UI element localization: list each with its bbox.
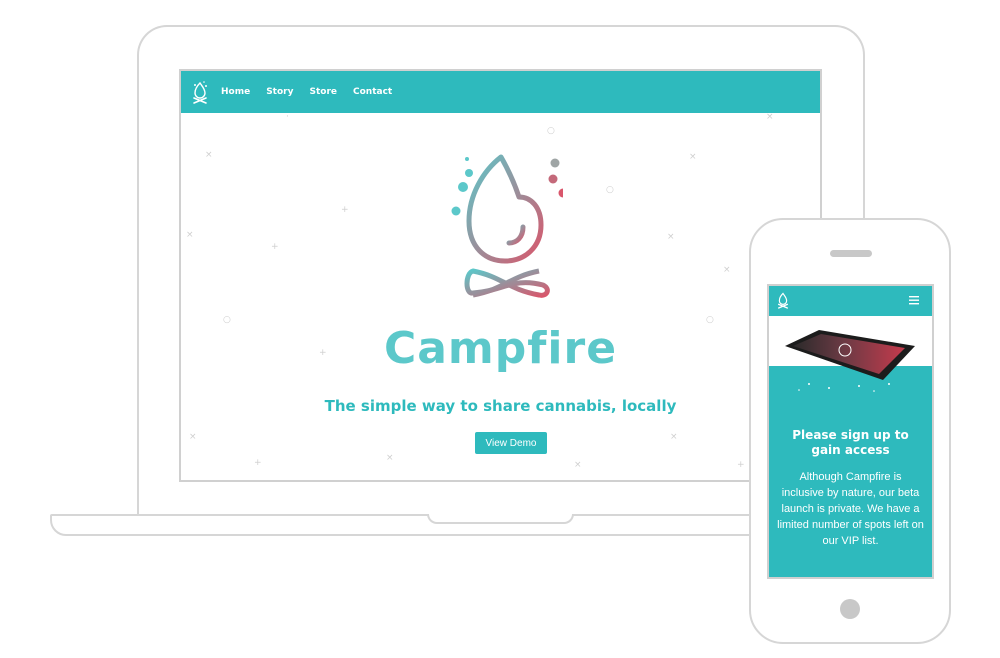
decor-mark: × (205, 150, 213, 160)
decor-mark: + (254, 458, 262, 468)
desktop-navbar: Home Story Store Contact (181, 71, 820, 113)
campfire-flame-logo-icon (451, 154, 563, 298)
decor-mark: + (737, 460, 745, 470)
nav-link-contact[interactable]: Contact (353, 87, 392, 97)
decor-mark: ○ (547, 126, 555, 136)
view-demo-button[interactable]: View Demo (475, 432, 547, 454)
decor-mark: × (186, 230, 194, 240)
signup-title: Please sign up to gain access (792, 428, 909, 457)
decor-mark: ○ (606, 185, 614, 195)
mobile-navbar (769, 286, 932, 316)
decor-mark: × (689, 152, 697, 162)
phone-speaker (830, 250, 872, 257)
nav-link-home[interactable]: Home (221, 87, 250, 97)
mobile-screen: Please sign up to gain access Although C… (767, 284, 934, 579)
decor-mark: + (341, 205, 349, 215)
hamburger-icon[interactable] (909, 296, 921, 306)
campfire-logo-icon[interactable] (775, 290, 791, 310)
decor-mark: × (574, 460, 582, 470)
decor-mark: × (670, 432, 678, 442)
hero-title: Campfire (383, 323, 618, 374)
decor-mark: · (286, 112, 289, 122)
nav-link-story[interactable]: Story (266, 87, 293, 97)
decor-mark: + (271, 242, 279, 252)
decor-mark: × (766, 112, 774, 122)
tilted-phone-image (785, 330, 915, 392)
signup-description: Although Campfire is inclusive by nature… (777, 471, 924, 547)
laptop-notch (427, 514, 574, 524)
desktop-screen: Home Story Store Contact × · × + ○ + × +… (179, 69, 822, 482)
decor-mark: × (386, 453, 394, 463)
campfire-logo-icon[interactable] (189, 79, 211, 105)
nav-link-store[interactable]: Store (309, 87, 337, 97)
decor-mark: × (723, 265, 731, 275)
decor-mark: × (189, 432, 197, 442)
decor-mark: × (667, 232, 675, 242)
hero-subtitle: The simple way to share cannabis, locall… (324, 397, 677, 415)
phone-home-button[interactable] (840, 599, 860, 619)
